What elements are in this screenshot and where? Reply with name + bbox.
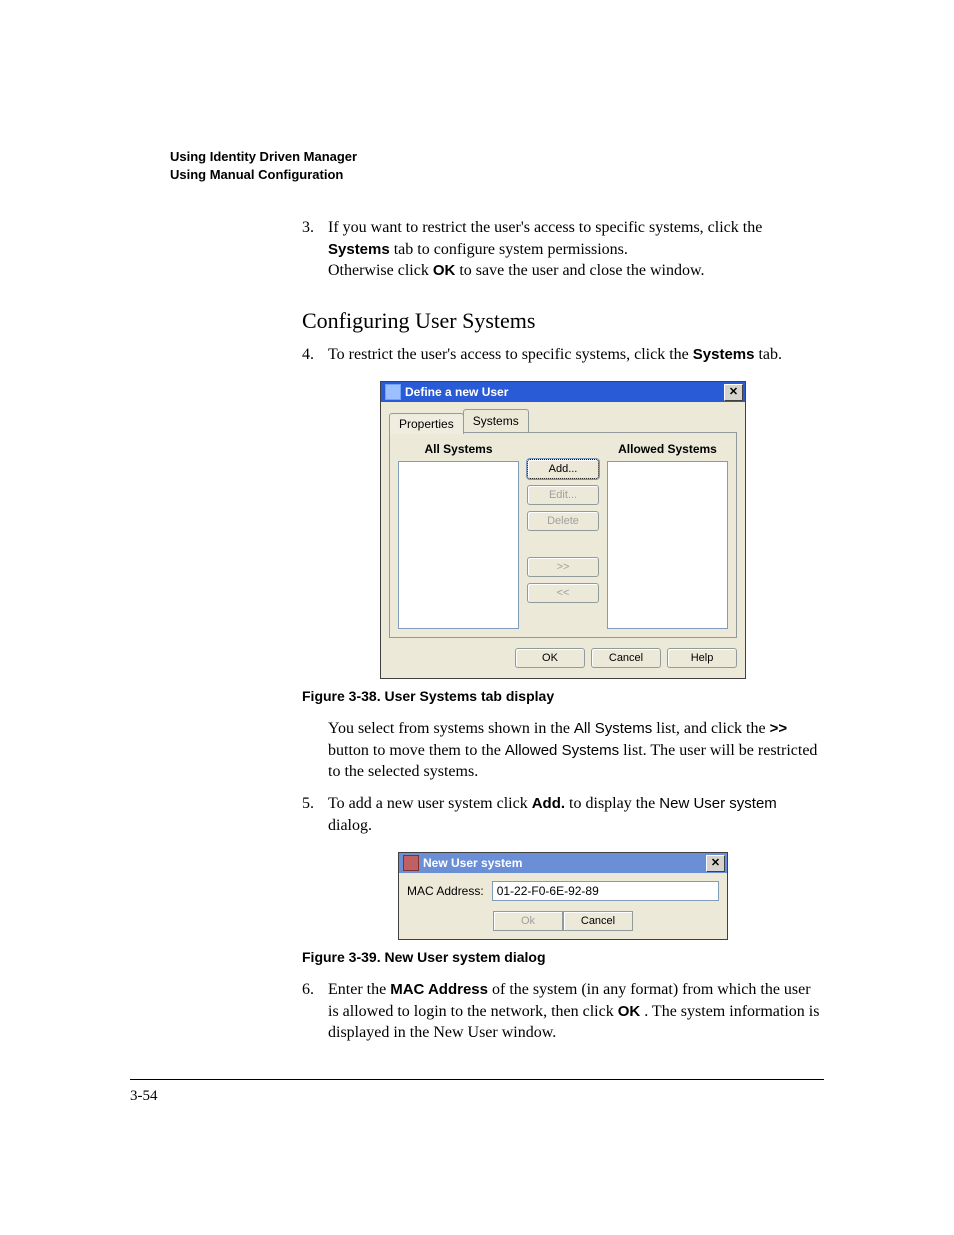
dialog-title: Define a new User	[405, 384, 508, 400]
step-4-number: 4.	[302, 344, 328, 366]
tab-properties[interactable]: Properties	[389, 413, 464, 434]
step-6-number: 6.	[302, 979, 328, 1044]
systems-tab-ref-2: Systems	[693, 346, 755, 363]
edit-button[interactable]: Edit...	[527, 485, 599, 505]
dialog2-close-button[interactable]: ✕	[706, 855, 725, 872]
new-user-system-dialog: New User system ✕ MAC Address: Ok Cancel	[398, 852, 728, 940]
delete-button[interactable]: Delete	[527, 511, 599, 531]
ok-button[interactable]: OK	[515, 648, 585, 668]
step-3: 3. If you want to restrict the user's ac…	[302, 217, 824, 282]
step-6-body: Enter the MAC Address of the system (in …	[328, 979, 824, 1044]
define-new-user-dialog: Define a new User ✕ Properties Systems A…	[380, 381, 746, 679]
ok-ref: OK	[433, 262, 456, 279]
step-5: 5. To add a new user system click Add. t…	[302, 793, 824, 836]
close-icon: ✕	[711, 856, 720, 871]
dialog2-app-icon	[403, 855, 419, 871]
allowed-systems-list[interactable]	[607, 461, 728, 629]
systems-tab-ref: Systems	[328, 241, 390, 258]
dialog2-ok-button[interactable]: Ok	[493, 911, 563, 931]
tab-systems[interactable]: Systems	[463, 409, 529, 432]
tab-panel-systems: All Systems Add... Edit... Delete >> <<	[389, 432, 737, 638]
dialog-titlebar: Define a new User ✕	[381, 382, 745, 402]
page-footer: 3-54	[130, 1079, 824, 1105]
help-button[interactable]: Help	[667, 648, 737, 668]
dialog-app-icon	[385, 384, 401, 400]
paragraph-move-systems: You select from systems shown in the All…	[328, 718, 824, 783]
all-systems-heading: All Systems	[398, 441, 519, 457]
figure-39-caption: Figure 3-39. New User system dialog	[302, 948, 824, 967]
step-5-number: 5.	[302, 793, 328, 836]
step-3-body: If you want to restrict the user's acces…	[328, 217, 824, 282]
allowed-systems-heading: Allowed Systems	[607, 441, 728, 457]
step-3-number: 3.	[302, 217, 328, 282]
dialog2-cancel-button[interactable]: Cancel	[563, 911, 633, 931]
running-header-line1: Using Identity Driven Manager	[170, 148, 824, 166]
dialog2-titlebar: New User system ✕	[399, 853, 727, 873]
close-button[interactable]: ✕	[724, 384, 743, 401]
figure-38-caption: Figure 3-38. User Systems tab display	[302, 687, 824, 706]
tabs: Properties Systems	[389, 410, 737, 432]
section-heading: Configuring User Systems	[302, 306, 824, 336]
add-button[interactable]: Add...	[527, 459, 599, 479]
step-6: 6. Enter the MAC Address of the system (…	[302, 979, 824, 1044]
close-icon: ✕	[729, 385, 738, 400]
running-header: Using Identity Driven Manager Using Manu…	[170, 148, 824, 183]
step-5-body: To add a new user system click Add. to d…	[328, 793, 824, 836]
step-4-body: To restrict the user's access to specifi…	[328, 344, 824, 366]
move-right-button[interactable]: >>	[527, 557, 599, 577]
mac-address-label: MAC Address:	[407, 883, 484, 899]
all-systems-list[interactable]	[398, 461, 519, 629]
step-4: 4. To restrict the user's access to spec…	[302, 344, 824, 366]
move-left-button[interactable]: <<	[527, 583, 599, 603]
page-number: 3-54	[130, 1088, 158, 1104]
mac-address-input[interactable]	[492, 881, 719, 901]
dialog2-title: New User system	[423, 855, 522, 871]
running-header-line2: Using Manual Configuration	[170, 166, 824, 184]
cancel-button[interactable]: Cancel	[591, 648, 661, 668]
